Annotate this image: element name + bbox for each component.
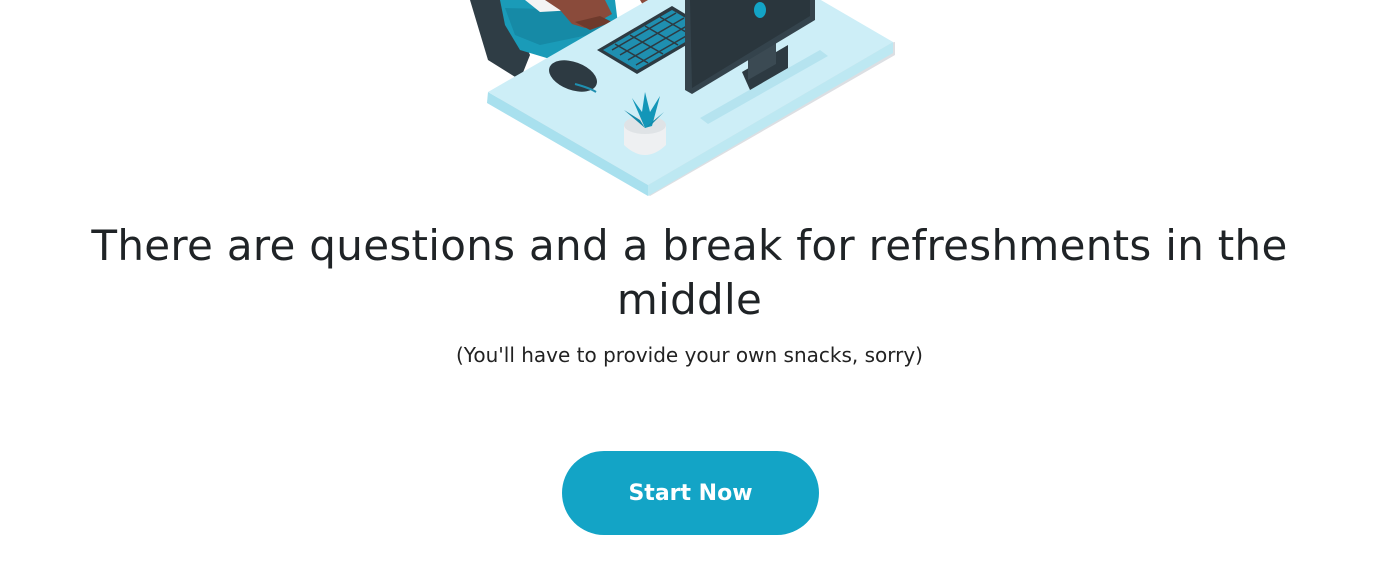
page-title: There are questions and a break for refr… — [91, 221, 1288, 324]
desk-illustration — [470, 0, 895, 196]
landing-page: There are questions and a break for refr… — [0, 0, 1379, 573]
subtitle-note: (You'll have to provide your own snacks,… — [456, 343, 923, 367]
start-now-button[interactable]: Start Now — [562, 451, 819, 535]
